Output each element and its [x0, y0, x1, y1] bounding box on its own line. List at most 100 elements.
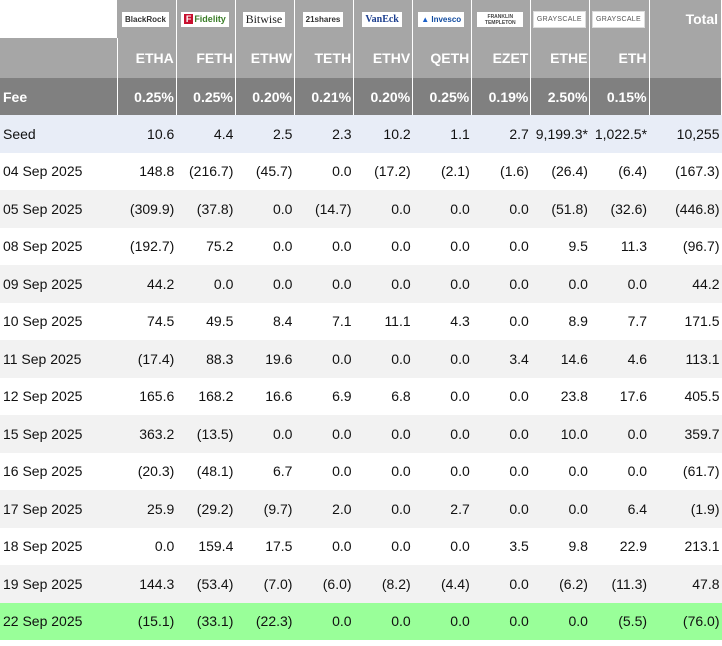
- flow-cell: (26.4): [551, 163, 588, 180]
- row-total-cell: (167.3): [675, 163, 720, 180]
- flow-cell: 0.0: [450, 538, 470, 555]
- vaneck-logo: VanEck: [353, 0, 414, 38]
- flow-cell: (6.0): [294, 565, 354, 603]
- ticker-cell: QETH: [412, 38, 473, 78]
- flow-cell: 0.0: [568, 463, 588, 480]
- flow-cell: 0.0: [332, 538, 352, 555]
- flow-cell: 8.9: [568, 313, 588, 330]
- flow-cell: 0.0: [332, 238, 352, 255]
- ticker-cell: ETHE: [530, 38, 591, 78]
- row-total-cell: 10,255: [649, 115, 722, 153]
- flow-cell: 11.1: [384, 313, 411, 330]
- row-total-cell: (61.7): [682, 463, 720, 480]
- flow-cell: (9.7): [235, 490, 295, 528]
- flow-cell: 0.0: [412, 602, 472, 640]
- flow-cell: 0.0: [353, 340, 413, 378]
- table-row: 16 Sep 2025 (20.3) (48.1) 6.7 0.0 0.0 0.0 0.0 0.…: [0, 453, 722, 491]
- flow-cell: (6.4): [618, 163, 648, 180]
- row-date-label: 15 Sep 2025: [0, 415, 118, 453]
- table-row: 09 Sep 2025 44.2 0.0 0.0 0.0 0.0 0.0 0.0 0.0 0.0 4…: [0, 265, 722, 303]
- flow-cell: 2.7: [412, 490, 472, 528]
- flow-cell: 148.8: [139, 163, 175, 180]
- table-row: 08 Sep 2025 (192.7) 75.2 0.0 0.0 0.0 0.0 0.0 9.5…: [0, 228, 722, 266]
- table-row: 19 Sep 2025 144.3 (53.4) (7.0) (6.0) (8.2) (4.…: [0, 565, 722, 603]
- flow-cell: 49.5: [206, 313, 234, 330]
- flow-cell: (8.2): [353, 565, 413, 603]
- table-row: 11 Sep 2025 (17.4) 88.3 19.6 0.0 0.0 0.0 3.4 14.…: [0, 340, 722, 378]
- row-date-label: 11 Sep 2025: [0, 340, 118, 378]
- flow-cell: 7.7: [627, 313, 648, 330]
- flow-cell: 75.2: [206, 238, 234, 255]
- flow-cell: 0.0: [294, 602, 354, 640]
- ticker-cell: TETH: [294, 38, 355, 78]
- flow-cell: (53.4): [176, 565, 236, 603]
- row-date-label: 05 Sep 2025: [0, 190, 118, 228]
- flow-cell: 2.0: [294, 490, 354, 528]
- flow-cell: 6.7: [273, 463, 293, 480]
- flow-cell: 0.0: [391, 538, 411, 555]
- ticker-total-cell: [649, 38, 722, 78]
- flow-cell: 19.6: [235, 340, 295, 378]
- corner-cell: [0, 0, 118, 38]
- etf-flows-table: BlackRock F Fidelity Bitwise 21shares Van…: [0, 0, 722, 640]
- flow-cell: 4.4: [176, 115, 236, 153]
- fee-row: Fee 0.25% 0.25% 0.20% 0.21% 0.20% 0.25% …: [0, 78, 722, 115]
- flow-cell: 7.1: [332, 313, 352, 330]
- fee-cell: 0.25%: [176, 78, 236, 115]
- fee-cell: 0.15%: [589, 78, 650, 115]
- fee-cell: 0.25%: [412, 78, 473, 115]
- flow-cell: (48.1): [196, 463, 234, 480]
- flow-cell: 9,199.3*: [530, 115, 590, 153]
- flow-cell: 0.0: [509, 388, 529, 405]
- flow-cell: 0.0: [530, 602, 590, 640]
- flow-cell: 8.4: [273, 313, 293, 330]
- blackrock-logo: BlackRock: [117, 0, 177, 38]
- row-date-label: 10 Sep 2025: [3, 313, 83, 330]
- flow-cell: 0.0: [294, 265, 354, 303]
- fee-cell: 0.20%: [353, 78, 414, 115]
- ticker-cell: ETHW: [235, 38, 295, 78]
- fee-cell: 0.25%: [117, 78, 177, 115]
- flow-cell: 0.0: [471, 265, 531, 303]
- flow-cell: 0.0: [471, 415, 531, 453]
- flow-cell: 168.2: [198, 388, 234, 405]
- row-total-cell: (446.8): [649, 190, 722, 228]
- flow-cell: 17.5: [265, 538, 293, 555]
- flow-cell: 74.5: [147, 313, 175, 330]
- flow-cell: 9.5: [568, 238, 588, 255]
- fee-total-cell: [649, 78, 722, 115]
- table-row: 22 Sep 2025 (15.1) (33.1) (22.3) 0.0 0.0 0.0 0.…: [0, 602, 722, 640]
- flow-cell: 3.5: [509, 538, 529, 555]
- row-date-label: Seed: [0, 115, 118, 153]
- flow-cell: 22.9: [619, 538, 648, 555]
- flow-cell: 10.6: [117, 115, 177, 153]
- flow-cell: 6.9: [332, 388, 352, 405]
- flow-cell: (1.6): [500, 163, 529, 180]
- 21shares-logo: 21shares: [294, 0, 355, 38]
- grayscale-ethe-logo: GRAYSCALE: [530, 0, 591, 38]
- flow-cell: 0.0: [589, 265, 650, 303]
- flow-cell: (45.7): [255, 163, 293, 180]
- fee-cell: 0.21%: [294, 78, 355, 115]
- flow-cell: 1.1: [412, 115, 472, 153]
- flow-cell: 1,022.5*: [589, 115, 650, 153]
- flow-cell: (17.2): [374, 163, 411, 180]
- fee-label: Fee: [0, 78, 118, 115]
- flow-cell: (192.7): [129, 238, 175, 255]
- ticker-cell: ETHA: [117, 38, 177, 78]
- flow-cell: 0.0: [471, 190, 531, 228]
- ticker-cell: ETH: [589, 38, 650, 78]
- flow-cell: 0.0: [471, 565, 531, 603]
- flow-cell: 6.4: [589, 490, 650, 528]
- flow-cell: 44.2: [117, 265, 177, 303]
- flow-cell: (17.4): [117, 340, 177, 378]
- row-total-cell: 171.5: [684, 313, 720, 330]
- row-date-label: 08 Sep 2025: [3, 238, 83, 255]
- flow-cell: (33.1): [176, 602, 236, 640]
- flow-cell: 0.0: [471, 490, 531, 528]
- flow-cell: 0.0: [154, 538, 175, 555]
- flow-cell: 0.0: [471, 602, 531, 640]
- flow-cell: 88.3: [176, 340, 236, 378]
- flow-cell: 363.2: [117, 415, 177, 453]
- table-row: 05 Sep 2025 (309.9) (37.8) 0.0 (14.7) 0.0 0.0 0…: [0, 190, 722, 228]
